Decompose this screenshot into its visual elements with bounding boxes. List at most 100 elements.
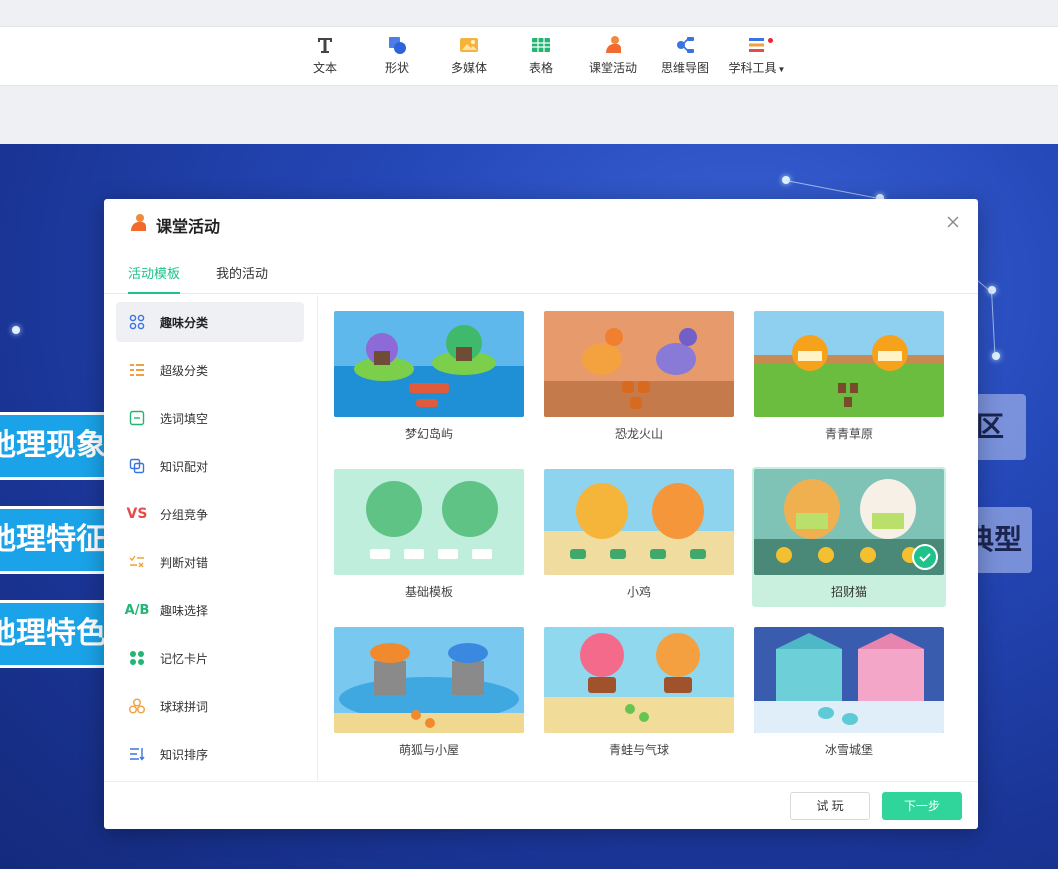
slide-textbox-2[interactable]: 典型 xyxy=(974,507,1032,573)
star-decoration xyxy=(992,352,1000,360)
sidebar-item-knowledge-pair[interactable]: 知识配对 xyxy=(116,446,304,486)
sidebar-item-label: 超级分类 xyxy=(160,363,209,378)
activity-tool-button[interactable]: 课堂活动 xyxy=(581,35,645,81)
template-label: 小鸡 xyxy=(626,585,651,599)
template-card-green-grassland[interactable]: 青青草原 xyxy=(752,309,946,449)
template-thumbnail xyxy=(544,311,734,417)
sidebar-item-memory-cards[interactable]: 记忆卡片 xyxy=(116,638,304,678)
sidebar-item-label: 记忆卡片 xyxy=(160,651,209,666)
dialog-footer: 试 玩 下一步 xyxy=(104,781,978,829)
dialog-header: 课堂活动 xyxy=(104,199,978,249)
sidebar-item-label: 知识配对 xyxy=(160,459,209,474)
template-card-dino-volcano[interactable]: 恐龙火山 xyxy=(542,309,736,449)
template-label: 恐龙火山 xyxy=(614,427,663,441)
sidebar-item-label: 球球拼词 xyxy=(160,699,209,714)
sidebar-item-fill-blank[interactable]: 选词填空 xyxy=(116,398,304,438)
text-icon xyxy=(315,35,335,55)
sidebar-item-knowledge-sort[interactable]: 知识排序 xyxy=(116,734,304,774)
sidebar-item-label: 分组竞争 xyxy=(160,507,209,522)
fill-blank-icon xyxy=(128,409,146,427)
sidebar-item-group-compete[interactable]: VS 分组竞争 xyxy=(116,494,304,534)
template-label: 青蛙与气球 xyxy=(608,743,669,757)
template-label: 基础模板 xyxy=(404,585,453,599)
shape-icon xyxy=(387,35,407,55)
grid-dots-icon xyxy=(128,313,146,331)
text-tool-button[interactable]: 文本 xyxy=(293,35,357,81)
mindmap-icon xyxy=(675,35,695,55)
sidebar-item-label: 判断对错 xyxy=(160,555,209,570)
true-false-icon xyxy=(128,553,146,571)
subject-tools-button[interactable]: 学科工具▼ xyxy=(725,35,789,81)
dialog-tabs: 活动模板 我的活动 xyxy=(104,255,978,294)
template-label: 梦幻岛屿 xyxy=(404,427,453,441)
constellation-line xyxy=(991,290,996,356)
constellation-line xyxy=(785,180,879,199)
classroom-activity-icon xyxy=(128,213,148,233)
template-card-frog-balloon[interactable]: 青蛙与气球 xyxy=(542,625,736,765)
template-thumbnail xyxy=(544,627,734,733)
insert-ribbon: 文本 形状 多媒体 表格 课堂活动 思维导图 学科工具▼ xyxy=(0,26,1058,86)
slide-heading-2[interactable]: 地理特征 xyxy=(0,506,108,574)
memory-cards-icon xyxy=(128,649,146,667)
subject-tools-icon xyxy=(747,35,767,55)
balls-icon xyxy=(128,697,146,715)
close-icon[interactable] xyxy=(944,213,962,231)
mindmap-tool-button[interactable]: 思维导图 xyxy=(653,35,717,81)
template-thumbnail xyxy=(334,469,524,575)
table-icon xyxy=(531,35,551,55)
tool-label: 课堂活动 xyxy=(588,61,637,75)
template-label: 招财猫 xyxy=(830,585,867,599)
template-thumbnail xyxy=(754,627,944,733)
slide-heading-3[interactable]: 地理特色 xyxy=(0,600,108,668)
sidebar-item-ball-words[interactable]: 球球拼词 xyxy=(116,686,304,726)
slide-textbox-1[interactable]: 区 xyxy=(972,394,1026,460)
ribbon-gap xyxy=(0,86,1058,144)
try-play-button[interactable]: 试 玩 xyxy=(790,792,870,820)
template-card-basic[interactable]: 基础模板 xyxy=(332,467,526,607)
tool-label: 学科工具▼ xyxy=(728,61,786,75)
activity-type-sidebar: 趣味分类 超级分类 选词填空 知识配对 VS 分组竞争 判断对错 A/B 趣味选… xyxy=(104,295,318,781)
star-decoration xyxy=(12,326,20,334)
slide-heading-1[interactable]: 地理现象 xyxy=(0,412,108,480)
selected-check-icon xyxy=(912,544,938,570)
classroom-activity-dialog: 课堂活动 活动模板 我的活动 趣味分类 超级分类 选词填空 知识配对 VS 分组… xyxy=(104,199,978,829)
sidebar-item-label: 趣味分类 xyxy=(160,315,209,330)
sidebar-item-fun-choice[interactable]: A/B 趣味选择 xyxy=(116,590,304,630)
tool-label: 文本 xyxy=(312,61,337,75)
caret-down-icon: ▼ xyxy=(777,65,786,74)
sidebar-item-label: 选词填空 xyxy=(160,411,209,426)
sort-icon xyxy=(128,745,146,763)
tab-my-activities[interactable]: 我的活动 xyxy=(216,263,268,292)
template-card-dream-island[interactable]: 梦幻岛屿 xyxy=(332,309,526,449)
template-card-lucky-cat[interactable]: 招财猫 xyxy=(752,467,946,607)
next-step-button[interactable]: 下一步 xyxy=(882,792,962,820)
versus-icon: VS xyxy=(126,506,148,522)
tool-label: 思维导图 xyxy=(660,61,709,75)
notification-dot xyxy=(768,38,773,43)
sidebar-item-label: 趣味选择 xyxy=(160,603,209,618)
shape-tool-button[interactable]: 形状 xyxy=(365,35,429,81)
sidebar-item-true-false[interactable]: 判断对错 xyxy=(116,542,304,582)
table-tool-button[interactable]: 表格 xyxy=(509,35,573,81)
template-thumbnail xyxy=(334,311,524,417)
template-label: 萌狐与小屋 xyxy=(398,743,459,757)
template-card-fox-house[interactable]: 萌狐与小屋 xyxy=(332,625,526,765)
template-card-chick[interactable]: 小鸡 xyxy=(542,467,736,607)
top-strip xyxy=(0,0,1058,26)
classroom-activity-icon xyxy=(603,35,623,55)
sidebar-item-super-classify[interactable]: 超级分类 xyxy=(116,350,304,390)
template-card-ice-castle[interactable]: 冰雪城堡 xyxy=(752,625,946,765)
template-thumbnail xyxy=(754,311,944,417)
sidebar-item-fun-classify[interactable]: 趣味分类 xyxy=(116,302,304,342)
tool-label: 形状 xyxy=(384,61,409,75)
choice-icon: A/B xyxy=(124,602,150,618)
tab-activity-templates[interactable]: 活动模板 xyxy=(128,263,181,294)
dialog-title: 课堂活动 xyxy=(156,219,221,236)
template-label: 青青草原 xyxy=(824,427,873,441)
template-thumbnail xyxy=(334,627,524,733)
media-tool-button[interactable]: 多媒体 xyxy=(437,35,501,81)
list-icon xyxy=(128,361,146,379)
sidebar-item-label: 知识排序 xyxy=(160,747,209,762)
template-thumbnail xyxy=(544,469,734,575)
tool-label: 多媒体 xyxy=(450,61,487,75)
